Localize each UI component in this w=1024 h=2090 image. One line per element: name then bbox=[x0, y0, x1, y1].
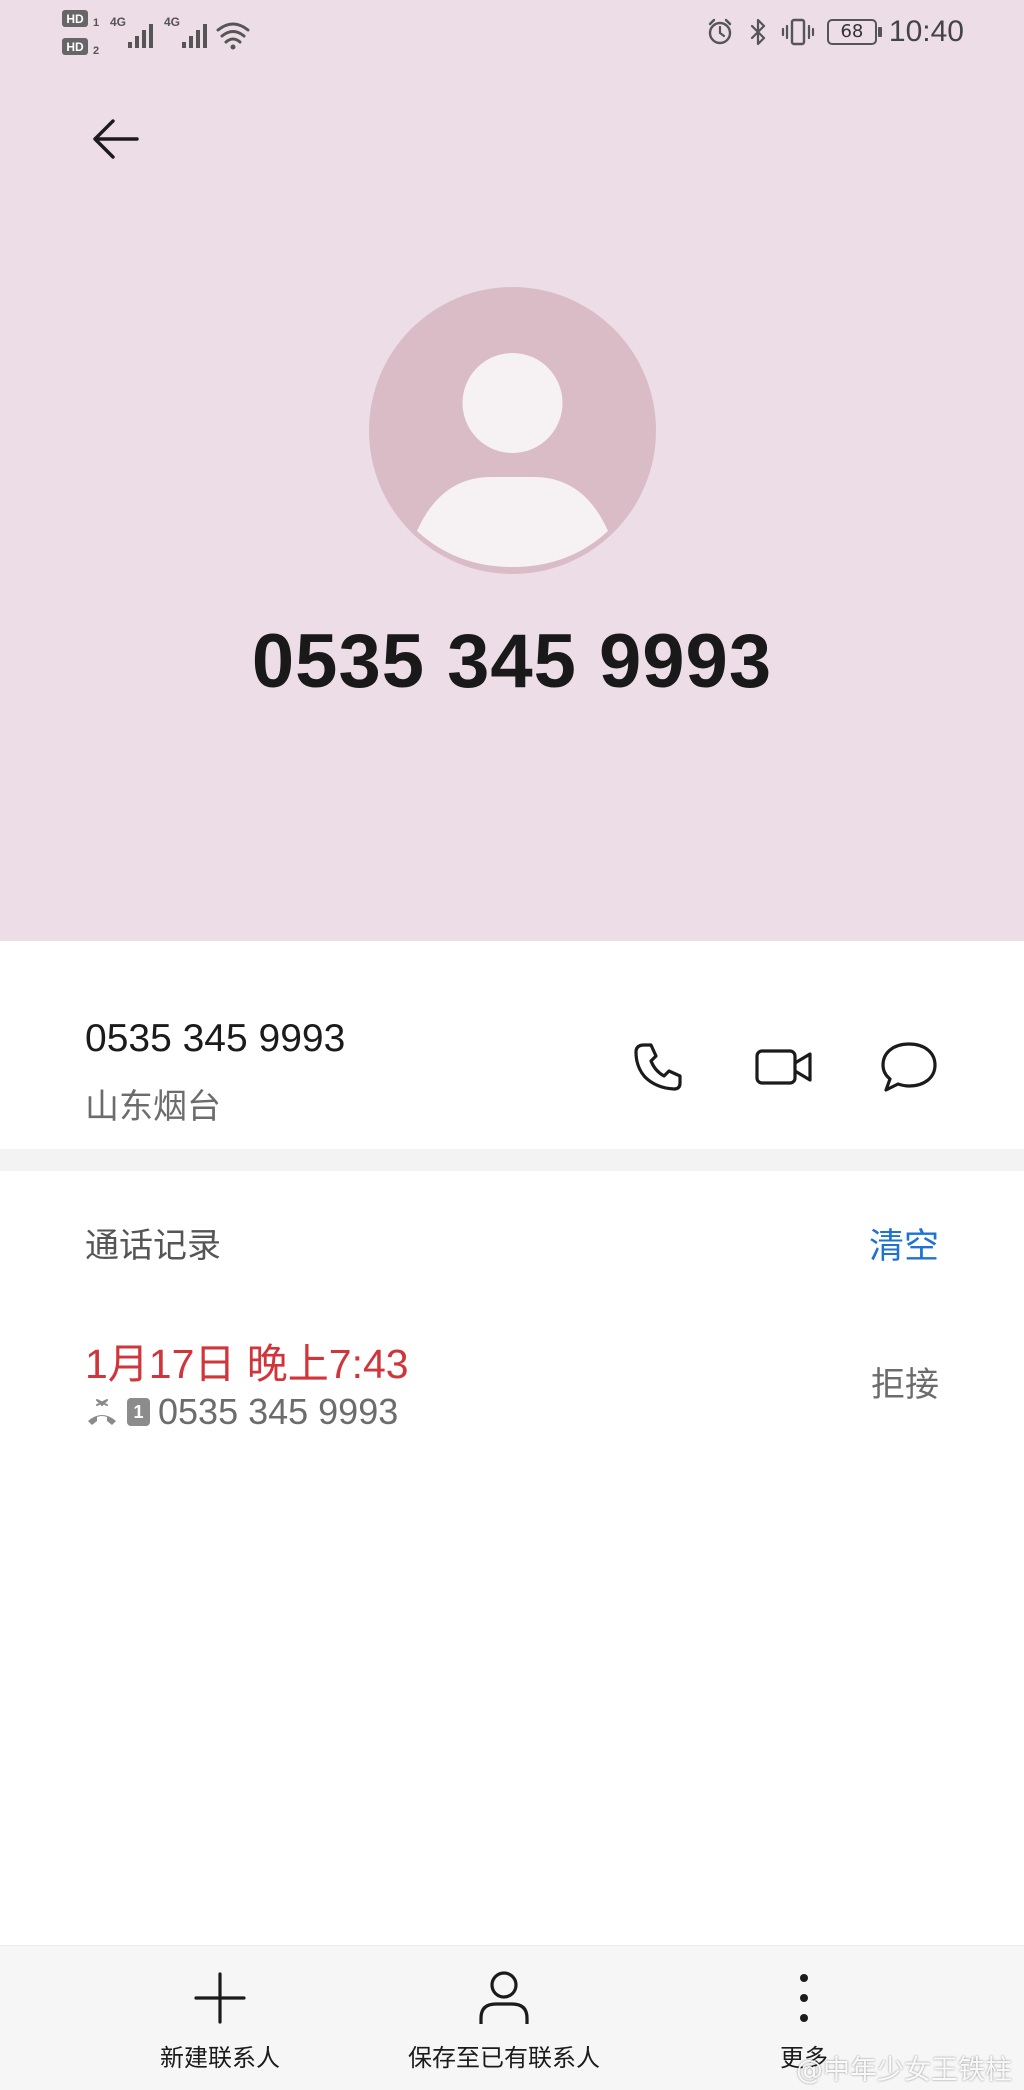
contact-number: 0535 345 9993 bbox=[85, 1017, 346, 1060]
call-button[interactable] bbox=[626, 1037, 690, 1097]
call-log-number: 0535 345 9993 bbox=[158, 1391, 399, 1432]
bluetooth-icon bbox=[750, 18, 766, 46]
back-button[interactable] bbox=[78, 102, 152, 176]
section-divider bbox=[0, 1149, 1024, 1171]
watermark: @中年少女王铁柱 bbox=[796, 2055, 1012, 2086]
arrow-left-icon bbox=[93, 119, 139, 159]
call-log-status: 拒接 bbox=[871, 1365, 939, 1405]
status-bar: HD 1 HD 2 4G 4G 68 10:40 bbox=[0, 0, 1024, 66]
contact-location: 山东烟台 bbox=[85, 1087, 221, 1127]
clear-call-log-button[interactable]: 清空 bbox=[869, 1218, 939, 1269]
status-right: 68 10:40 bbox=[705, 12, 964, 52]
network1-label: 4G bbox=[110, 15, 126, 29]
sim2-index: 2 bbox=[93, 45, 99, 57]
call-log-detail: 1 0535 345 9993 bbox=[85, 1391, 399, 1432]
sim1-hd-label: HD bbox=[66, 12, 84, 26]
vibrate-icon bbox=[781, 18, 815, 46]
call-log-title: 通话记录 bbox=[85, 1226, 221, 1266]
phone-icon bbox=[634, 1043, 682, 1091]
person-icon bbox=[479, 1971, 529, 2024]
new-contact-label: 新建联系人 bbox=[160, 2044, 280, 2072]
more-vertical-icon bbox=[800, 1974, 808, 2022]
call-log-datetime: 1月17日 晚上7:43 bbox=[85, 1341, 409, 1387]
message-button[interactable] bbox=[877, 1037, 941, 1097]
sim-badge: 1 bbox=[127, 1398, 150, 1426]
sim1-index: 1 bbox=[93, 17, 99, 29]
video-call-button[interactable] bbox=[752, 1037, 816, 1097]
plus-icon bbox=[194, 1972, 246, 2024]
network2-label: 4G bbox=[164, 15, 180, 29]
wifi-icon bbox=[216, 22, 250, 44]
video-camera-icon bbox=[755, 1049, 812, 1085]
save-to-existing-contact-button[interactable]: 保存至已有联系人 bbox=[408, 1966, 600, 2073]
save-to-existing-contact-label: 保存至已有联系人 bbox=[408, 2044, 600, 2072]
alarm-icon bbox=[708, 18, 732, 45]
sim2-hd-label: HD bbox=[66, 40, 84, 54]
contact-info-row: 0535 345 9993 山东烟台 bbox=[0, 941, 1024, 1149]
new-contact-button[interactable]: 新建联系人 bbox=[160, 1966, 280, 2073]
status-time: 10:40 bbox=[888, 15, 964, 48]
person-avatar-icon bbox=[369, 287, 656, 574]
signal-icon: HD 1 HD 2 4G 4G bbox=[62, 10, 250, 57]
header-phone-number: 0535 345 9993 bbox=[251, 619, 773, 704]
chat-bubble-icon bbox=[881, 1042, 937, 1092]
battery-icon: 68 bbox=[826, 19, 882, 45]
rejected-call-icon bbox=[88, 1399, 116, 1425]
